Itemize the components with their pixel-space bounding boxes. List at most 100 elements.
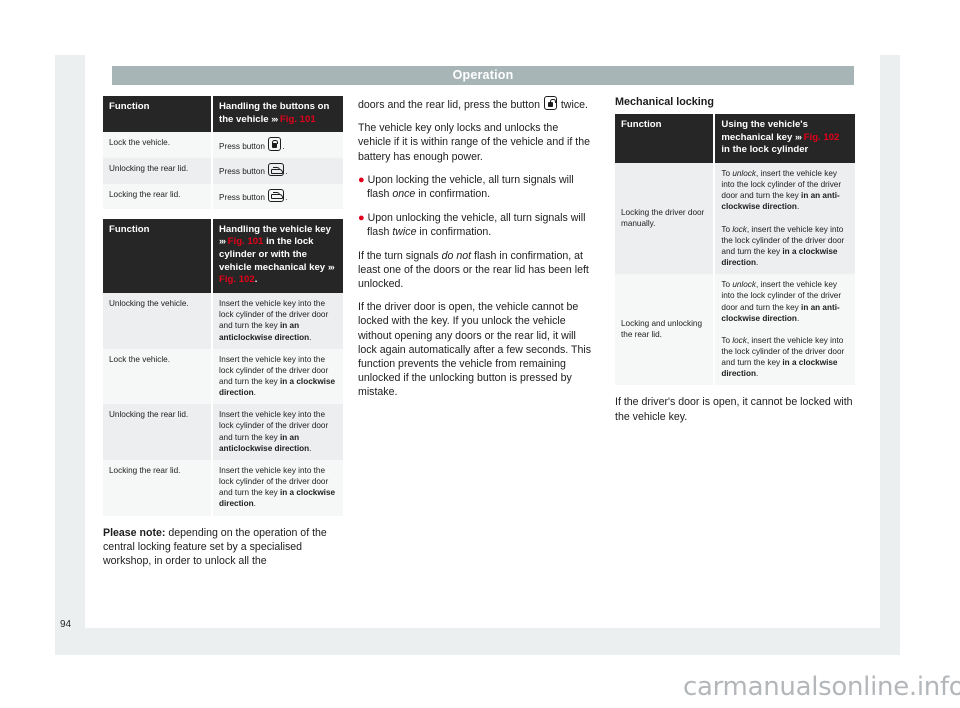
paragraph-text: doors and the rear lid, press the button xyxy=(358,99,543,111)
page-canvas: Operation Function Handling the buttons … xyxy=(0,0,960,708)
bullet-text-end: in confirmation. xyxy=(416,226,492,239)
unlock-icon xyxy=(543,96,557,110)
figure-ref-101[interactable]: Fig. 101 xyxy=(228,236,264,247)
cell-function: Unlocking the rear lid. xyxy=(103,158,213,184)
column-middle: doors and the rear lid, press the button… xyxy=(358,96,593,408)
header-function: Function xyxy=(615,114,716,163)
paragraph-driver-door-tail: If the driver's door is open, it cannot … xyxy=(615,396,853,423)
header-handling-buttons: Handling the buttons on the vehicle ››› … xyxy=(212,96,343,133)
instruction-emphasis-italic: lock xyxy=(732,335,747,345)
cell-action: Press button . xyxy=(212,158,343,184)
instruction-emphasis-italic: lock xyxy=(732,224,747,234)
bullet-emphasis: twice xyxy=(392,226,417,239)
cell-instruction: To unlock, insert the vehicle key into t… xyxy=(714,162,855,219)
cell-instruction: Insert the vehicle key into the lock cyl… xyxy=(212,404,343,460)
header-key-period: . xyxy=(254,274,258,286)
column-right: Mechanical locking Function Using the ve… xyxy=(615,96,855,424)
table-row: Lock the vehicle. Press button . xyxy=(103,132,343,159)
header-using-text-end: in the lock cylinder xyxy=(721,144,809,156)
chevron-triple-icon: ››› xyxy=(327,261,335,272)
please-note-label: Please note: xyxy=(103,526,166,539)
figure-ref-101[interactable]: Fig. 101 xyxy=(280,114,316,125)
bullet-dot-icon: ● xyxy=(358,211,365,224)
action-text-end: . xyxy=(285,192,288,202)
paragraph-doors-rear-lid: doors and the rear lid, press the button… xyxy=(358,96,593,112)
table-row: Locking and unlocking the rear lid. To u… xyxy=(615,274,855,386)
header-handling-key: Handling the vehicle key ››› Fig. 101 in… xyxy=(212,218,343,294)
bullet-text-end: in confirmation. xyxy=(415,188,491,201)
instruction-text: Insert the vehicle key into the lock cyl… xyxy=(219,299,329,331)
chevron-triple-icon: ››› xyxy=(795,131,802,142)
figure-ref-102[interactable]: Fig. 102 xyxy=(219,274,255,285)
cell-instruction: To lock, insert the vehicle key into the… xyxy=(714,329,855,386)
column-left: Function Handling the buttons on the veh… xyxy=(103,96,343,568)
watermark-text: carmanualsonline.info xyxy=(683,672,960,702)
instruction-pre: To xyxy=(721,280,733,290)
paragraph-no-flash: If the turn signals do not flash in conf… xyxy=(358,249,593,292)
instruction-text: Insert the vehicle key into the lock cyl… xyxy=(219,410,329,442)
header-key-text-a: Handling the vehicle key xyxy=(219,223,331,235)
table-row: Unlocking the rear lid. Insert the vehic… xyxy=(103,404,343,460)
cell-function: Locking the rear lid. xyxy=(103,459,213,516)
table-mechanical-locking: Function Using the vehicle's mechanical … xyxy=(615,114,855,386)
page-header-band: Operation xyxy=(112,66,854,85)
cell-function: Lock the vehicle. xyxy=(103,348,213,405)
instruction-end: . xyxy=(755,258,759,268)
instruction-pre: To xyxy=(721,335,733,345)
paragraph-driver-door-open: If the driver door is open, the vehicle … xyxy=(358,301,591,399)
page-number: 94 xyxy=(60,619,72,630)
bullet-emphasis: once xyxy=(392,188,416,201)
header-function: Function xyxy=(103,218,213,294)
bullet-dot-icon: ● xyxy=(358,173,365,186)
cell-instruction: To lock, insert the vehicle key into the… xyxy=(714,218,855,275)
cell-instruction: Insert the vehicle key into the lock cyl… xyxy=(212,348,343,405)
chevron-triple-icon: ››› xyxy=(219,236,226,247)
cell-instruction: To unlock, insert the vehicle key into t… xyxy=(714,274,855,330)
page-title: Operation xyxy=(452,68,514,82)
cell-action: Press button . xyxy=(212,183,343,209)
cell-instruction: Insert the vehicle key into the lock cyl… xyxy=(212,459,343,516)
table-header-row: Function Handling the vehicle key ››› Fi… xyxy=(103,218,343,294)
header-function: Function xyxy=(103,96,213,133)
chevron-triple-icon: ››› xyxy=(271,113,278,124)
cell-function: Unlocking the vehicle. xyxy=(103,293,213,349)
please-note-paragraph: Please note: depending on the operation … xyxy=(103,526,343,569)
action-text: Press button xyxy=(219,192,268,202)
table-row: Unlocking the vehicle. Insert the vehicl… xyxy=(103,293,343,349)
table-header-row: Function Using the vehicle's mechanical … xyxy=(615,114,855,163)
table-row: Unlocking the rear lid. Press button . xyxy=(103,158,343,184)
table-row: Lock the vehicle. Insert the vehicle key… xyxy=(103,348,343,405)
instruction-end: . xyxy=(309,443,312,453)
action-text-end: . xyxy=(285,167,288,177)
paragraph-text: If the turn signals xyxy=(358,249,442,262)
cell-action: Press button . xyxy=(212,132,343,159)
action-text-end: . xyxy=(282,142,285,152)
lock-icon xyxy=(268,137,282,152)
instruction-emphasis-italic: unlock xyxy=(732,168,756,178)
section-heading-mechanical-locking: Mechanical locking xyxy=(615,96,715,108)
bullet-locking-flash: ● Upon locking the vehicle, all turn sig… xyxy=(358,173,593,202)
paragraph-text-end: twice. xyxy=(557,99,588,111)
paragraph-key-range: The vehicle key only locks and unlocks t… xyxy=(358,122,591,163)
table-handling-buttons: Function Handling the buttons on the veh… xyxy=(103,96,343,209)
bullet-unlocking-flash: ● Upon unlocking the vehicle, all turn s… xyxy=(358,211,593,240)
table-handling-vehicle-key: Function Handling the vehicle key ››› Fi… xyxy=(103,218,343,516)
instruction-pre: To xyxy=(721,224,733,234)
figure-ref-102[interactable]: Fig. 102 xyxy=(804,132,840,143)
trunk-icon xyxy=(268,188,285,202)
header-using-mechanical-key: Using the vehicle's mechanical key ››› F… xyxy=(714,114,855,163)
instruction-end: . xyxy=(309,332,312,342)
table-header-row: Function Handling the buttons on the veh… xyxy=(103,96,343,133)
table-row: Locking the rear lid. Insert the vehicle… xyxy=(103,459,343,516)
paragraph-emphasis: do not xyxy=(441,249,472,262)
table-row: Locking the rear lid. Press button . xyxy=(103,183,343,209)
instruction-emphasis-italic: unlock xyxy=(732,280,756,290)
cell-instruction: Insert the vehicle key into the lock cyl… xyxy=(212,293,343,349)
instruction-pre: To xyxy=(721,168,733,178)
instruction-end: . xyxy=(796,313,800,323)
table-row: Locking the driver door manually. To unl… xyxy=(615,162,855,275)
cell-function: Locking the rear lid. xyxy=(103,183,213,209)
cell-function: Locking and unlocking the rear lid. xyxy=(615,274,716,386)
cell-function: Locking the driver door manually. xyxy=(615,162,716,275)
cell-function: Unlocking the rear lid. xyxy=(103,404,213,460)
